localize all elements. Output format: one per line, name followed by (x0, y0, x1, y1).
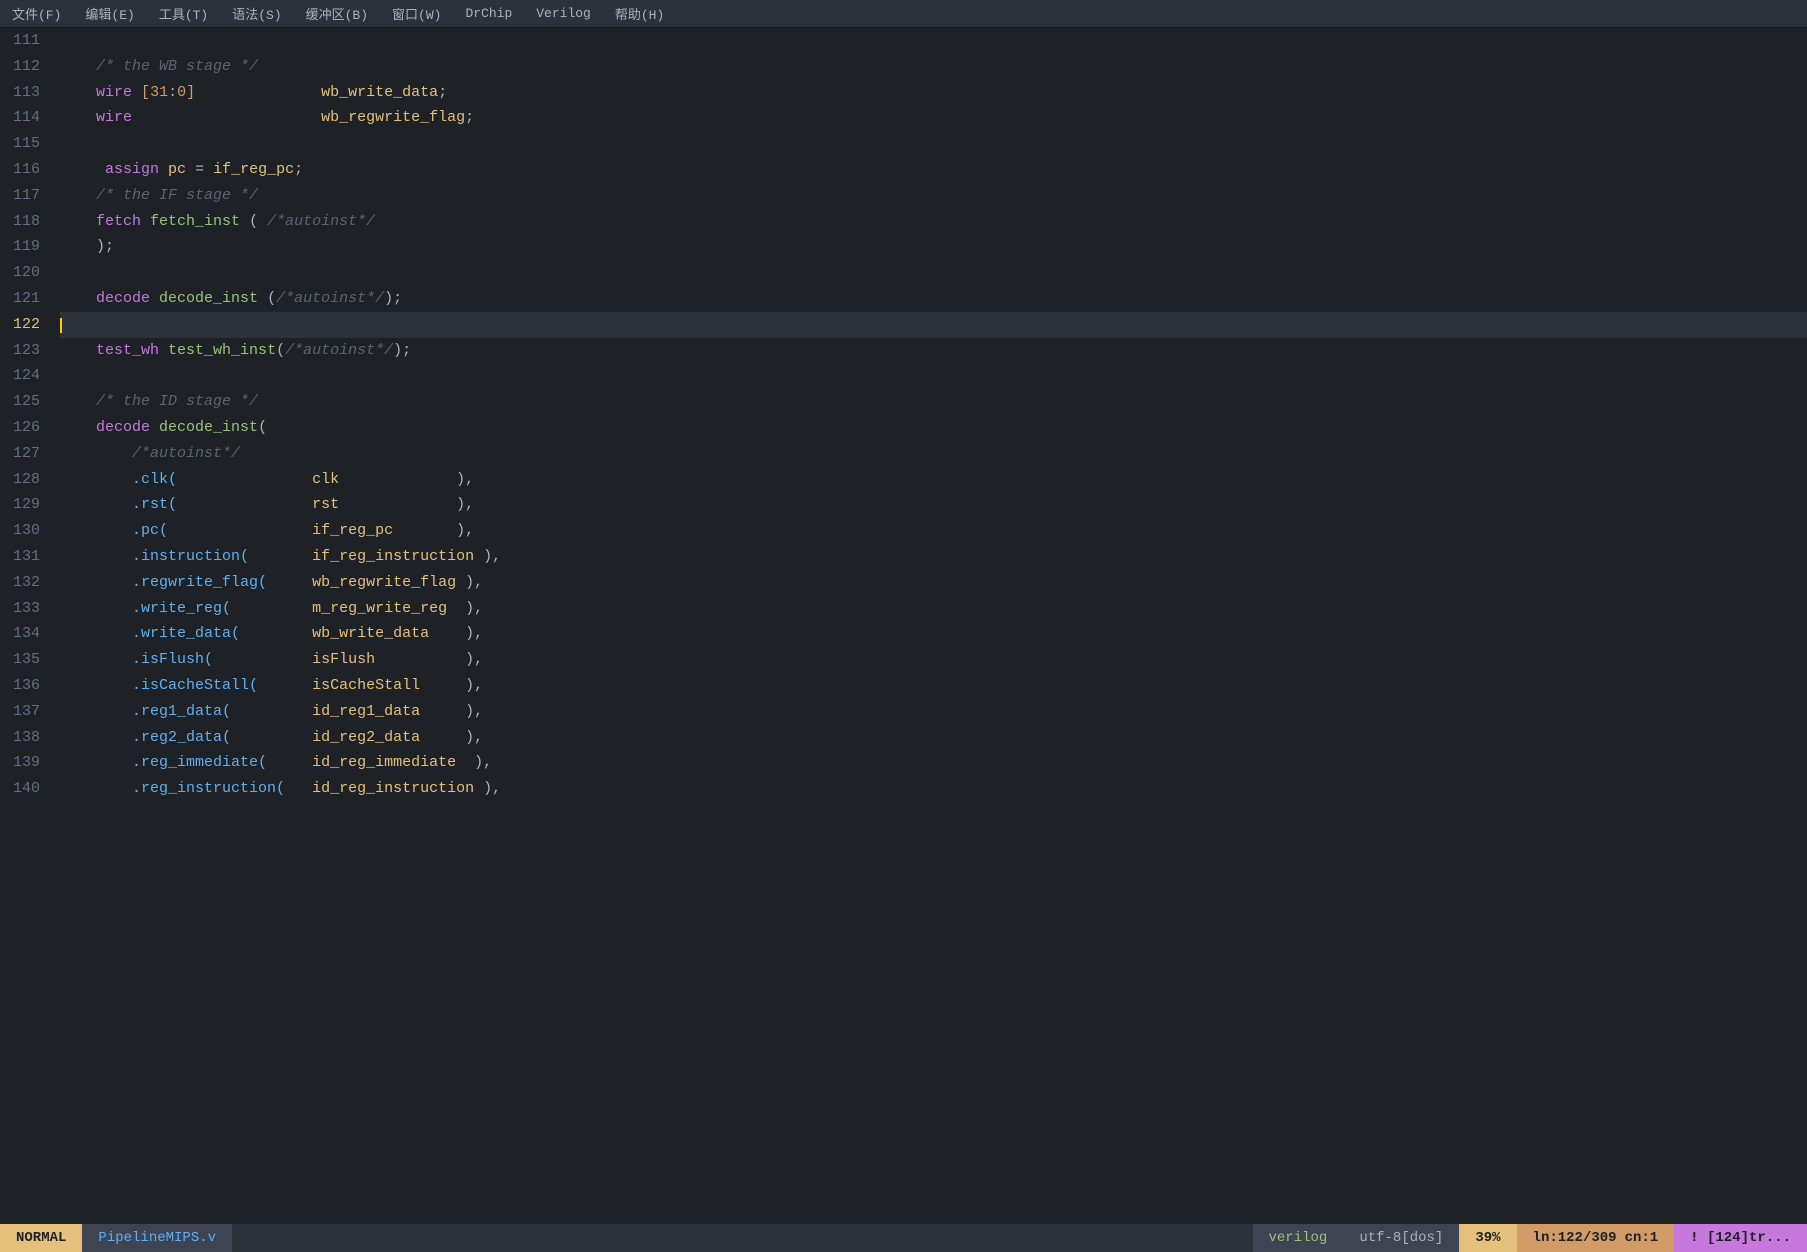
menu-file[interactable]: 文件(F) (8, 2, 65, 25)
code-line-139: .reg_immediate( id_reg_immediate ), (60, 750, 1807, 776)
status-encoding: utf-8[dos] (1343, 1224, 1459, 1252)
code-line-116: assign pc = if_reg_pc; (60, 157, 1807, 183)
code-line-130: .pc( if_reg_pc ), (60, 518, 1807, 544)
ln-134: 134 (8, 621, 40, 647)
ln-125: 125 (8, 389, 40, 415)
ln-112: 112 (8, 54, 40, 80)
menu-help[interactable]: 帮助(H) (611, 2, 668, 25)
ln-131: 131 (8, 544, 40, 570)
code-line-124 (60, 363, 1807, 389)
code-line-140: .reg_instruction( id_reg_instruction ), (60, 776, 1807, 802)
menu-tools[interactable]: 工具(T) (155, 2, 212, 25)
ln-124: 124 (8, 363, 40, 389)
ln-115: 115 (8, 131, 40, 157)
code-line-136: .isCacheStall( isCacheStall ), (60, 673, 1807, 699)
code-line-128: .clk( clk ), (60, 467, 1807, 493)
code-line-131: .instruction( if_reg_instruction ), (60, 544, 1807, 570)
editor-area: 111 112 113 114 115 116 117 118 119 120 … (0, 28, 1807, 1224)
ln-117: 117 (8, 183, 40, 209)
ln-135: 135 (8, 647, 40, 673)
status-percent: 39% (1459, 1224, 1516, 1252)
ln-139: 139 (8, 750, 40, 776)
ln-126: 126 (8, 415, 40, 441)
status-extra: ! [124]tr... (1674, 1224, 1807, 1252)
ln-118: 118 (8, 209, 40, 235)
ln-130: 130 (8, 518, 40, 544)
status-mode: NORMAL (0, 1224, 82, 1252)
code-line-113: wire [31:0] wb_write_data; (60, 80, 1807, 106)
code-line-120 (60, 260, 1807, 286)
menu-syntax[interactable]: 语法(S) (228, 2, 285, 25)
code-line-114: wire wb_regwrite_flag; (60, 105, 1807, 131)
code-line-123: test_wh test_wh_inst(/*autoinst*/); (60, 338, 1807, 364)
ln-113: 113 (8, 80, 40, 106)
code-line-115 (60, 131, 1807, 157)
code-line-134: .write_data( wb_write_data ), (60, 621, 1807, 647)
status-file: PipelineMIPS.v (82, 1224, 232, 1252)
ln-128: 128 (8, 467, 40, 493)
code-line-122 (60, 312, 1807, 338)
menu-window[interactable]: 窗口(W) (388, 2, 445, 25)
ln-122: 122 (8, 312, 40, 338)
ln-129: 129 (8, 492, 40, 518)
code-line-125: /* the ID stage */ (60, 389, 1807, 415)
menubar: 文件(F) 编辑(E) 工具(T) 语法(S) 缓冲区(B) 窗口(W) DrC… (0, 0, 1807, 28)
ln-133: 133 (8, 596, 40, 622)
ln-121: 121 (8, 286, 40, 312)
code-line-137: .reg1_data( id_reg1_data ), (60, 699, 1807, 725)
code-line-127: /*autoinst*/ (60, 441, 1807, 467)
code-line-121: decode decode_inst (/*autoinst*/); (60, 286, 1807, 312)
statusbar: NORMAL PipelineMIPS.v verilog utf-8[dos]… (0, 1224, 1807, 1252)
code-line-138: .reg2_data( id_reg2_data ), (60, 725, 1807, 751)
code-line-117: /* the IF stage */ (60, 183, 1807, 209)
status-position: ln:122/309 cn:1 (1517, 1224, 1675, 1252)
ln-138: 138 (8, 725, 40, 751)
ln-127: 127 (8, 441, 40, 467)
code-content[interactable]: /* the WB stage */ wire [31:0] wb_write_… (52, 28, 1807, 1224)
ln-137: 137 (8, 699, 40, 725)
menu-drchip[interactable]: DrChip (461, 4, 516, 23)
ln-136: 136 (8, 673, 40, 699)
ln-123: 123 (8, 338, 40, 364)
code-line-118: fetch fetch_inst ( /*autoinst*/ (60, 209, 1807, 235)
ln-132: 132 (8, 570, 40, 596)
menu-edit[interactable]: 编辑(E) (81, 2, 138, 25)
code-line-111 (60, 28, 1807, 54)
status-ln: ln:122/309 (1533, 1230, 1617, 1246)
ln-116: 116 (8, 157, 40, 183)
ln-111: 111 (8, 28, 40, 54)
status-filetype: verilog (1253, 1224, 1344, 1252)
ln-120: 120 (8, 260, 40, 286)
line-numbers: 111 112 113 114 115 116 117 118 119 120 … (0, 28, 52, 1224)
code-line-132: .regwrite_flag( wb_regwrite_flag ), (60, 570, 1807, 596)
code-line-119: ); (60, 234, 1807, 260)
code-line-126: decode decode_inst( (60, 415, 1807, 441)
ln-119: 119 (8, 234, 40, 260)
code-line-133: .write_reg( m_reg_write_reg ), (60, 596, 1807, 622)
menu-buffer[interactable]: 缓冲区(B) (302, 2, 372, 25)
menu-verilog[interactable]: Verilog (532, 4, 595, 23)
status-cn: cn:1 (1625, 1230, 1659, 1246)
code-line-135: .isFlush( isFlush ), (60, 647, 1807, 673)
ln-114: 114 (8, 105, 40, 131)
text-cursor (60, 318, 62, 333)
ln-140: 140 (8, 776, 40, 802)
code-line-112: /* the WB stage */ (60, 54, 1807, 80)
code-line-129: .rst( rst ), (60, 492, 1807, 518)
status-middle (232, 1224, 1252, 1252)
